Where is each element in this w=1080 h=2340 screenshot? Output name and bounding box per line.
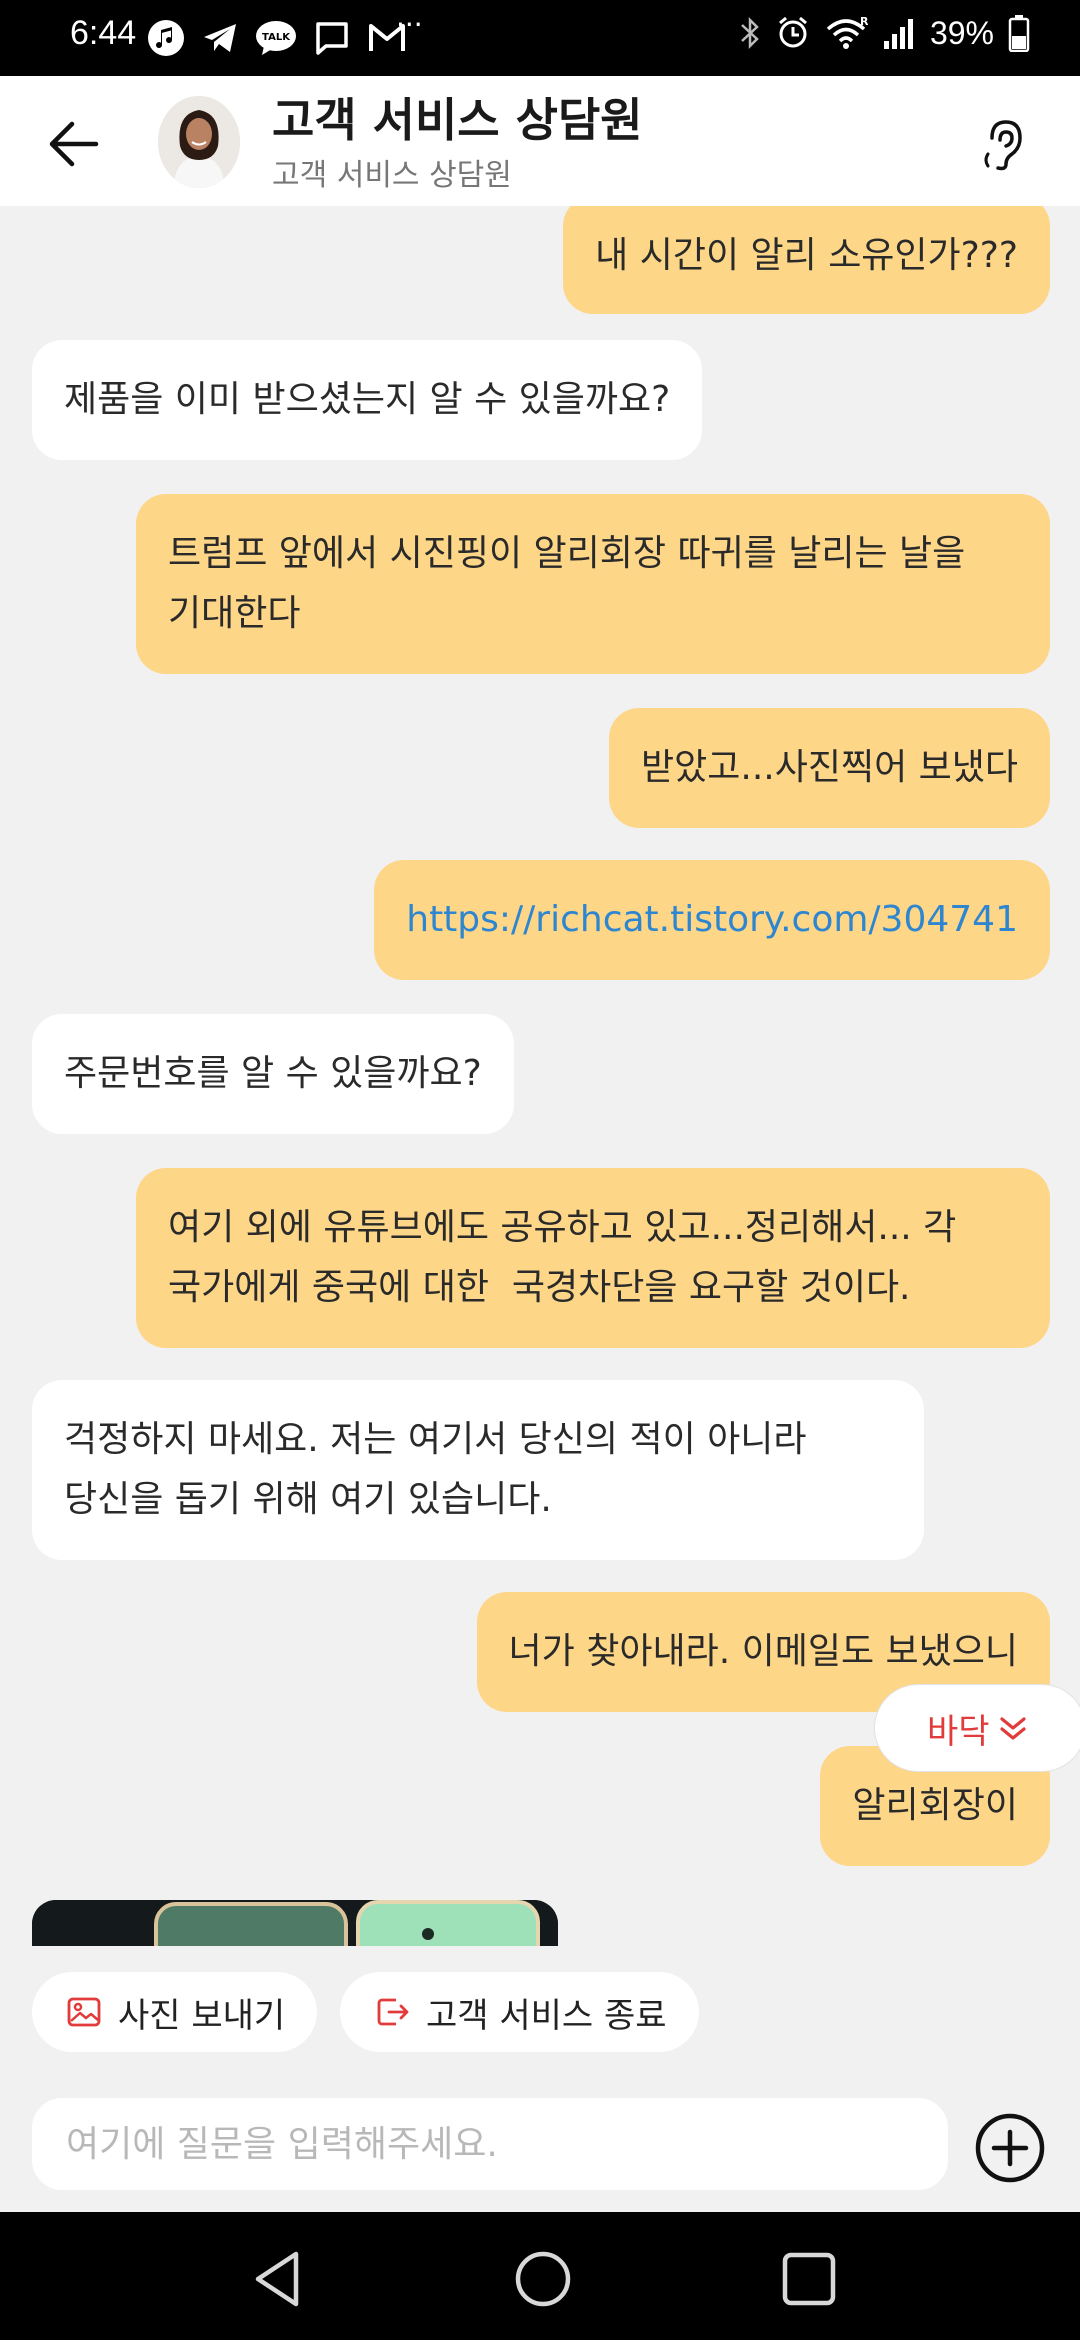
arrow-left-icon[interactable] bbox=[46, 116, 102, 172]
plus-icon[interactable] bbox=[974, 2112, 1046, 2184]
avatar[interactable] bbox=[158, 96, 240, 188]
signal-icon bbox=[883, 19, 913, 49]
talk-icon: TALK bbox=[256, 21, 296, 55]
alarm-icon bbox=[778, 16, 807, 48]
message-user-link[interactable]: https://richcat.tistory.com/304741 bbox=[374, 860, 1050, 980]
status-right: R 39% bbox=[738, 14, 1030, 52]
nav-home-icon[interactable] bbox=[508, 2244, 578, 2314]
system-nav-bar bbox=[0, 2212, 1080, 2340]
quick-actions: 사진 보내기 고객 서비스 종료 bbox=[0, 1946, 1080, 2070]
message-agent[interactable]: 걱정하지 마세요. 저는 여기서 당신의 적이 아니라 당신을 돕기 위해 여기… bbox=[32, 1380, 924, 1560]
scroll-to-bottom-button[interactable]: 바닥 bbox=[874, 1684, 1080, 1772]
exit-icon bbox=[377, 1998, 409, 2026]
battery-icon bbox=[1008, 15, 1030, 52]
page-subtitle: 고객 서비스 상담원 bbox=[272, 158, 512, 193]
status-bar: 6:44 TALK ··· R 39% bbox=[0, 0, 1080, 76]
telegram-icon bbox=[204, 24, 236, 52]
chat-header: 고객 서비스 상담원 고객 서비스 상담원 bbox=[0, 76, 1080, 206]
image-message[interactable] bbox=[32, 1900, 558, 1946]
svg-text:TALK: TALK bbox=[262, 32, 291, 43]
message-user[interactable]: 여기 외에 유튜브에도 공유하고 있고...정리해서... 각 국가에게 중국에… bbox=[136, 1168, 1050, 1348]
page-title: 고객 서비스 상담원 bbox=[272, 93, 643, 147]
status-time: 6:44 bbox=[70, 14, 137, 52]
svg-text:R: R bbox=[860, 15, 868, 28]
end-service-button[interactable]: 고객 서비스 종료 bbox=[340, 1972, 699, 2052]
message-user[interactable]: 받았고...사진찍어 보냈다 bbox=[609, 708, 1050, 828]
bluetooth-icon bbox=[741, 16, 759, 50]
message-icon bbox=[316, 22, 348, 55]
wifi-icon: R bbox=[826, 15, 868, 49]
notification-icons: TALK bbox=[146, 18, 408, 58]
send-photo-button[interactable]: 사진 보내기 bbox=[32, 1972, 318, 2052]
send-photo-label: 사진 보내기 bbox=[118, 1995, 286, 2036]
battery-percent: 39% bbox=[929, 14, 994, 51]
message-input[interactable] bbox=[32, 2098, 948, 2190]
message-user[interactable]: 트럼프 앞에서 시진핑이 알리회장 따귀를 날리는 날을 기대한다 bbox=[136, 494, 1050, 674]
nav-recents-icon[interactable] bbox=[774, 2244, 844, 2314]
image-icon bbox=[67, 1997, 101, 2027]
chat-area[interactable]: 내 시간이 알리 소유인가??? 제품을 이미 받으셨는지 알 수 있을까요? … bbox=[0, 206, 1080, 1946]
more-icon: ··· bbox=[396, 8, 423, 41]
message-agent[interactable]: 주문번호를 알 수 있을까요? bbox=[32, 1014, 514, 1134]
message-agent[interactable]: 제품을 이미 받으셨는지 알 수 있을까요? bbox=[32, 340, 703, 460]
ear-icon[interactable] bbox=[974, 116, 1030, 172]
music-icon bbox=[148, 20, 184, 56]
scroll-bottom-label: 바닥 bbox=[927, 1711, 990, 1752]
end-service-label: 고객 서비스 종료 bbox=[426, 1995, 667, 2036]
nav-back-icon[interactable] bbox=[244, 2244, 314, 2314]
input-bar bbox=[0, 2070, 1080, 2212]
double-chevron-down-icon bbox=[999, 1717, 1026, 1740]
message-user[interactable]: 내 시간이 알리 소유인가??? bbox=[563, 206, 1050, 314]
